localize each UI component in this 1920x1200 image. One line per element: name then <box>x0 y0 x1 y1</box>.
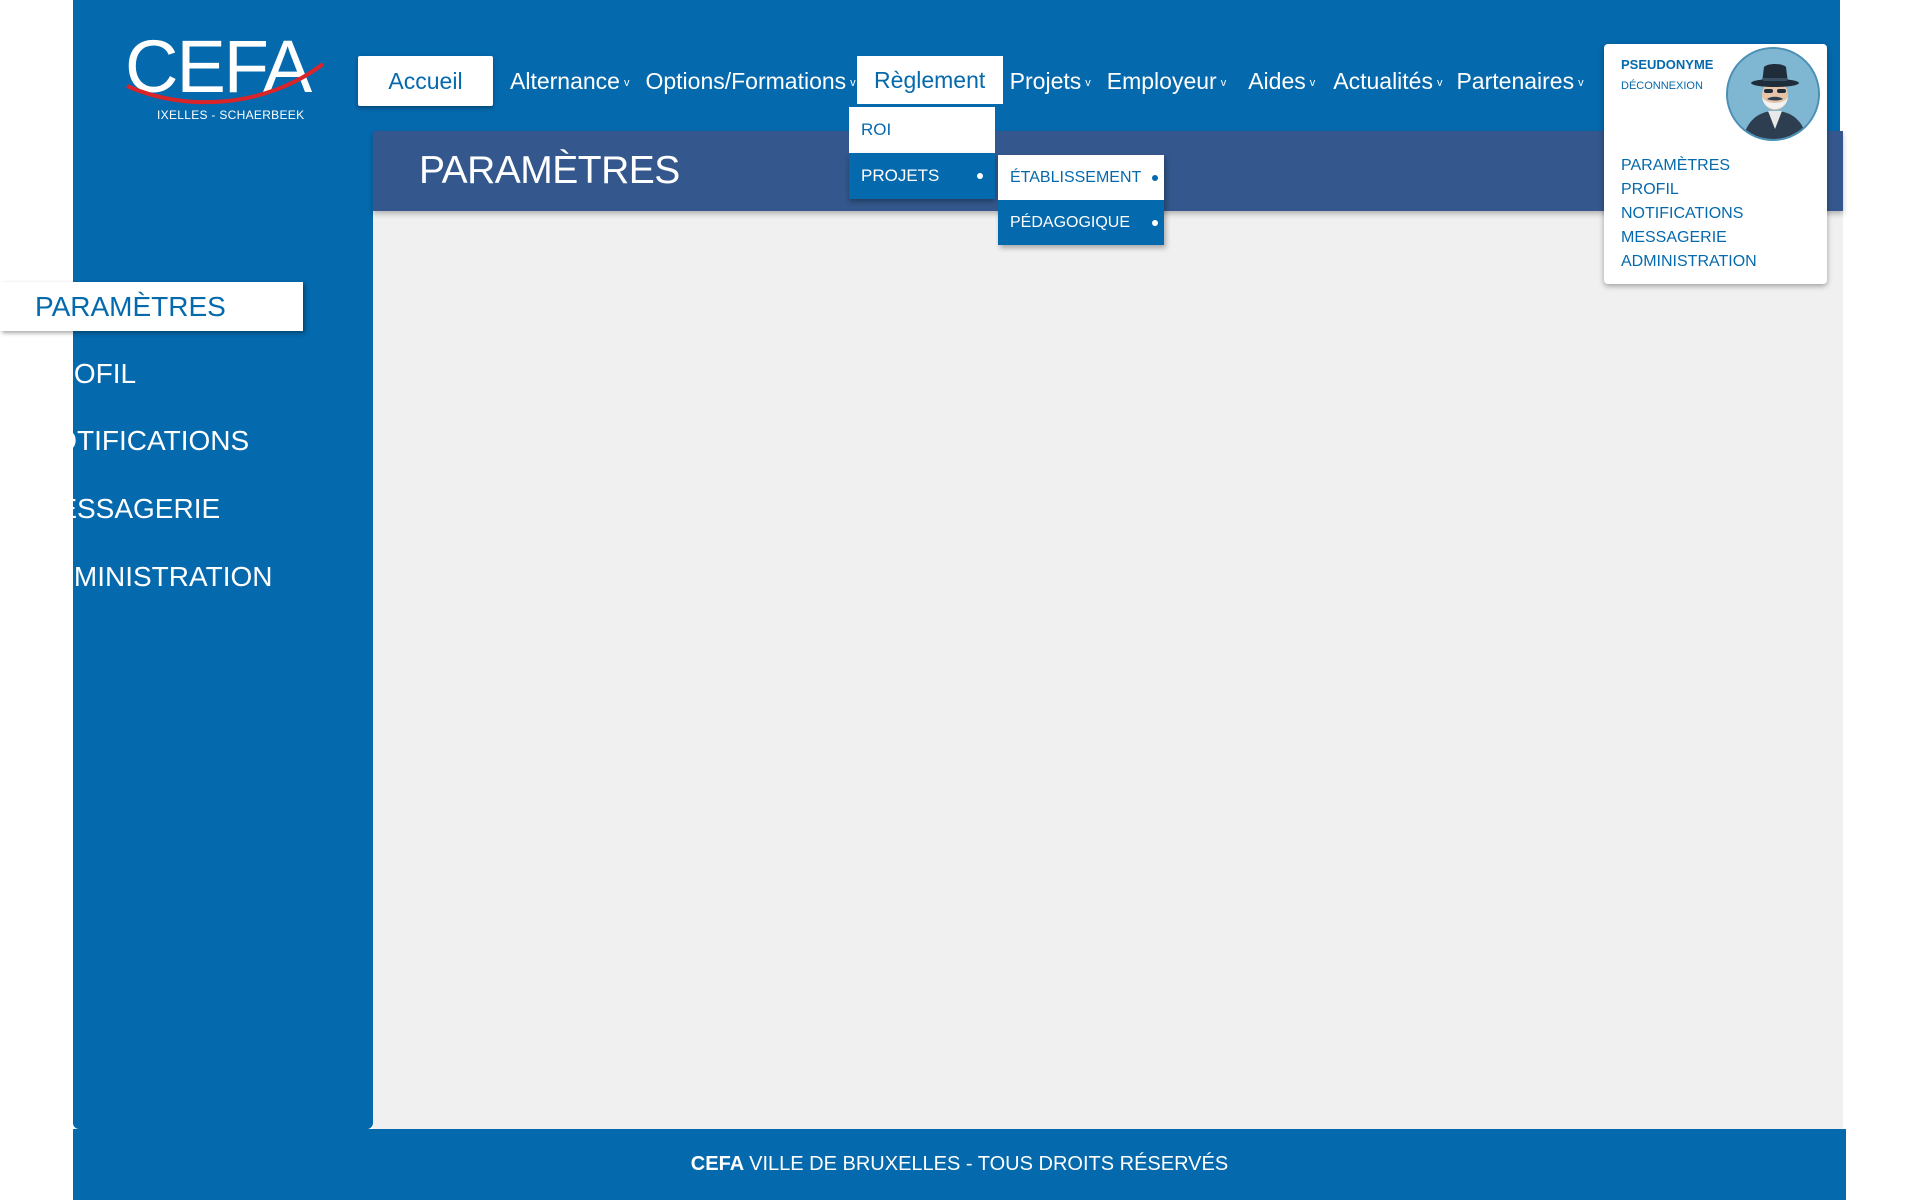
chevron-down-icon: v <box>1309 77 1316 89</box>
logout-link[interactable]: DÉCONNEXION <box>1621 80 1703 92</box>
avatar[interactable] <box>1726 47 1820 141</box>
nav-alternance[interactable]: Alternance v <box>510 56 629 106</box>
footer-brand: CEFA <box>690 1153 745 1175</box>
chevron-down-icon: v <box>1085 77 1091 89</box>
site-footer: CEFA VILLE DE BRUXELLES - TOUS DROITS RÉ… <box>73 1129 1846 1200</box>
user-menu-parametres[interactable]: PARAMÈTRES <box>1621 154 1757 178</box>
nav-home[interactable]: Accueil <box>358 56 493 106</box>
nav-aides[interactable]: Aides v <box>1248 56 1315 106</box>
nav-label: Options/Formations <box>645 67 847 94</box>
user-menu-profil[interactable]: PROFIL <box>1621 178 1757 202</box>
submenu-dot-icon <box>1152 219 1158 226</box>
nav-label: Partenaires <box>1456 67 1575 94</box>
submenu-item-label: ÉTABLISSEMENT <box>1010 168 1142 186</box>
submenu-dot-icon <box>1152 174 1158 181</box>
user-card: PSEUDONYME DÉCONNEXION PARAMÈTRES PROFIL… <box>1604 44 1827 284</box>
nav-actualites[interactable]: Actualités v <box>1333 56 1442 106</box>
dropdown-item-roi[interactable]: ROI <box>849 107 995 153</box>
nav-label: Règlement <box>874 66 986 93</box>
submenu-item-label: PÉDAGOGIQUE <box>1010 213 1131 231</box>
nav-label: Aides <box>1248 67 1306 94</box>
dropdown-item-projets[interactable]: PROJETS <box>849 153 995 199</box>
nav-projets[interactable]: Projets v <box>1010 56 1091 106</box>
sidebar <box>73 131 373 1129</box>
logo-swoosh-icon <box>126 62 325 105</box>
nav-employeur[interactable]: Employeur v <box>1107 56 1226 106</box>
projets-submenu: ÉTABLISSEMENT PÉDAGOGIQUE <box>998 155 1164 245</box>
user-menu: PARAMÈTRES PROFIL NOTIFICATIONS MESSAGER… <box>1621 154 1757 274</box>
nav-reglement[interactable]: Règlement <box>856 56 1003 106</box>
nav-label: Employeur <box>1106 67 1217 94</box>
cefa-logo[interactable]: CEFA IXELLES - SCHAERBEEK <box>125 30 325 125</box>
page-title: PARAMÈTRES <box>419 149 680 192</box>
sidebar-item-parametres[interactable]: PARAMÈTRES <box>0 282 303 331</box>
submenu-item-etablissement[interactable]: ÉTABLISSEMENT <box>998 155 1164 200</box>
user-menu-messagerie[interactable]: MESSAGERIE <box>1621 226 1757 250</box>
sidebar-item-administration[interactable]: ADMINISTRATION <box>0 552 300 601</box>
nav-label: Projets <box>1009 67 1082 94</box>
dropdown-item-label: PROJETS <box>861 166 940 185</box>
chevron-down-icon: v <box>1220 77 1227 89</box>
reglement-dropdown: ROI PROJETS <box>849 107 995 199</box>
chevron-down-icon: v <box>850 77 856 89</box>
nav-label: Actualités <box>1333 67 1433 94</box>
submenu-item-pedagogique[interactable]: PÉDAGOGIQUE <box>998 200 1164 245</box>
user-menu-notifications[interactable]: NOTIFICATIONS <box>1621 202 1757 226</box>
user-name: PSEUDONYME <box>1621 57 1714 72</box>
nav-options-formations[interactable]: Options/Formations v <box>645 56 855 106</box>
nav-partenaires[interactable]: Partenaires v <box>1456 56 1583 106</box>
submenu-dot-icon <box>977 173 983 179</box>
sidebar-item-messagerie[interactable]: MESSAGERIE <box>0 484 300 533</box>
footer-text: VILLE DE BRUXELLES - TOUS DROITS RÉSERVÉ… <box>749 1153 1229 1175</box>
logo-subtitle: IXELLES - SCHAERBEEK <box>157 108 305 122</box>
chevron-down-icon: v <box>1578 77 1584 89</box>
main-nav: Accueil Alternance v Options/Formations … <box>358 56 1584 106</box>
sidebar-item-notifications[interactable]: NOTIFICATIONS <box>0 416 300 465</box>
user-avatar-icon <box>1728 49 1818 139</box>
user-menu-administration[interactable]: ADMINISTRATION <box>1621 250 1757 274</box>
chevron-down-icon: v <box>1436 77 1443 89</box>
chevron-down-icon: v <box>623 77 630 89</box>
nav-label: Alternance <box>510 67 620 94</box>
sidebar-item-profil[interactable]: PROFIL <box>0 349 300 398</box>
